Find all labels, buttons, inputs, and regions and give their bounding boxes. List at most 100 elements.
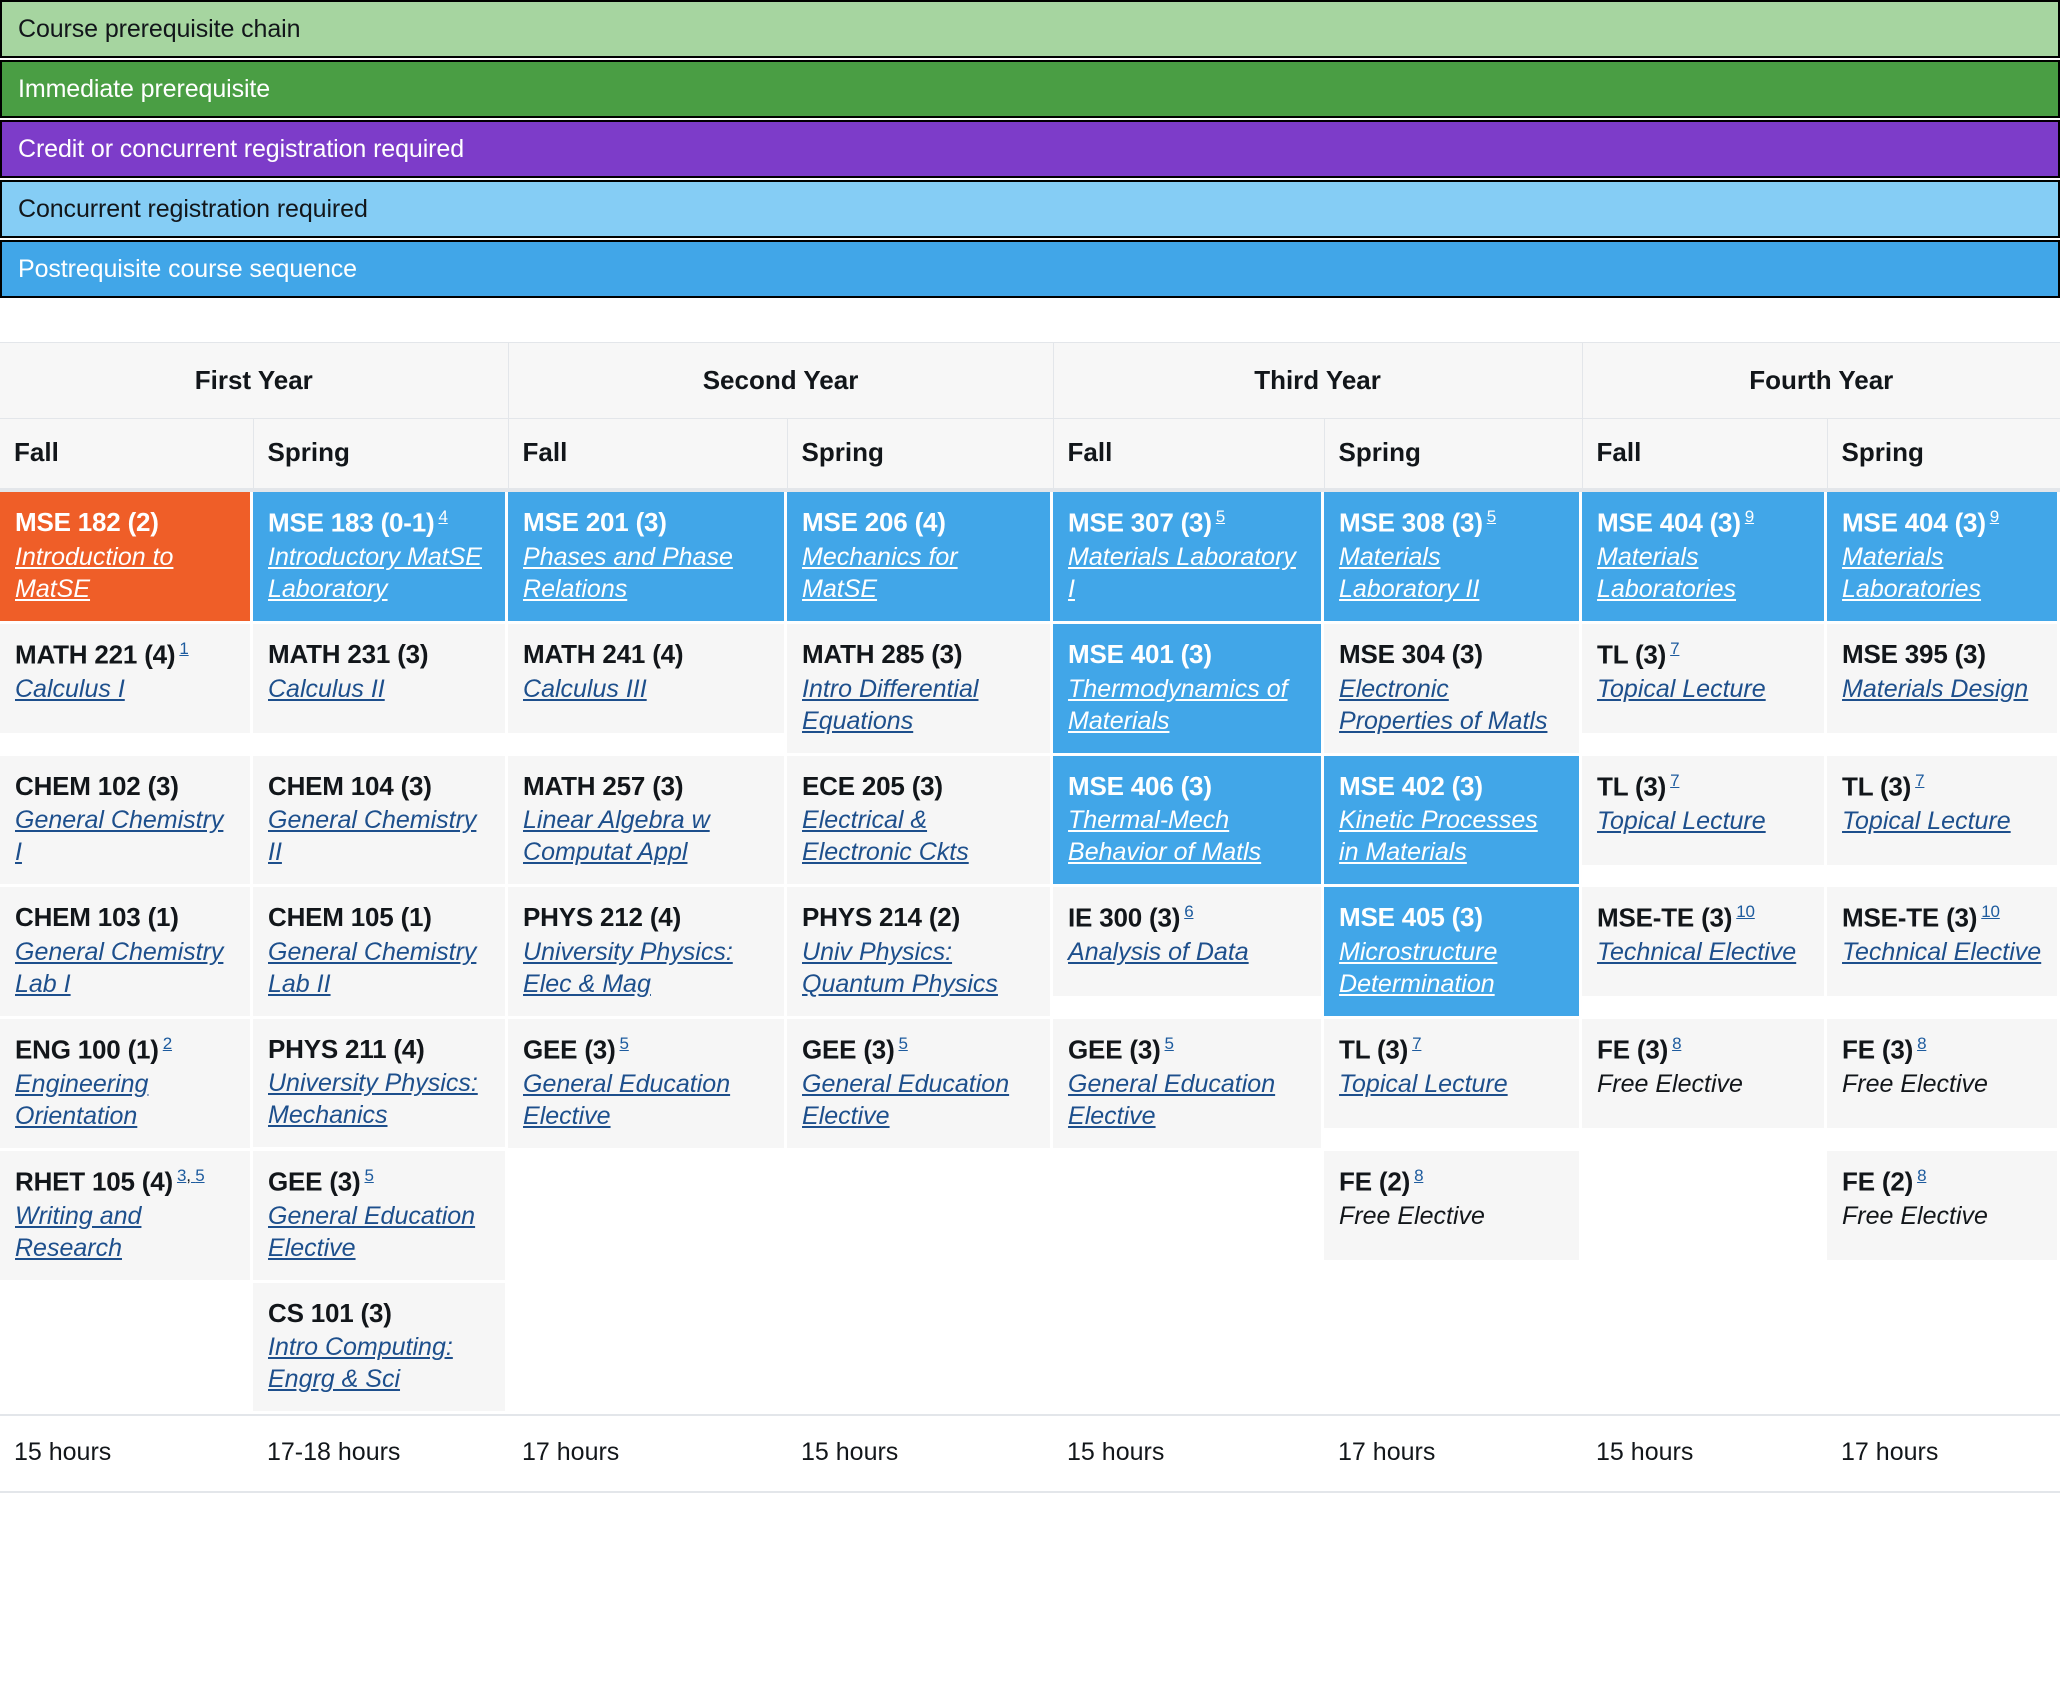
course-card[interactable]: MSE-TE (3) 10 Technical Elective [1827,887,2060,1000]
footnote-marker[interactable]: 10 [1736,902,1755,921]
footnote-marker[interactable]: 5 [620,1034,629,1053]
footnote-marker[interactable]: 3, 5 [177,1166,205,1185]
course-card[interactable]: MATH 231 (3) Calculus II [253,624,509,737]
course-title-link[interactable]: Topical Lecture [1842,805,2042,837]
course-card[interactable]: PHYS 214 (2) Univ Physics: Quantum Physic… [787,887,1054,1019]
footnote-marker[interactable]: 8 [1672,1034,1681,1053]
footnote-link[interactable]: 5 [1165,1034,1174,1053]
course-title-link[interactable]: Microstructure Determination [1339,936,1564,1000]
footnote-link[interactable]: 4 [438,507,447,526]
course-title-link[interactable]: Materials Laboratory II [1339,541,1564,605]
footnote-marker[interactable]: 7 [1670,639,1679,658]
course-card[interactable]: PHYS 211 (4) University Physics: Mechanic… [253,1018,509,1151]
course-card[interactable]: MSE 404 (3) 9 Materials Laboratories [1582,492,1828,625]
course-title-link[interactable]: Engineering Orientation [15,1068,235,1132]
course-card[interactable]: CHEM 104 (3) General Chemistry II [253,755,509,888]
footnote-link[interactable]: 7 [1670,771,1679,790]
course-title-link[interactable]: Univ Physics: Quantum Physics [802,936,1035,1000]
course-card[interactable]: TL (3) 7 Topical Lecture [1582,624,1828,737]
course-title-link[interactable]: Introduction to MatSE [15,541,235,605]
footnote-marker[interactable]: 5 [365,1166,374,1185]
course-card[interactable]: FE (3) 8 Free Elective [1827,1018,2060,1131]
footnote-link[interactable]: 8 [1672,1034,1681,1053]
course-title-link[interactable]: General Chemistry II [268,804,490,868]
footnote-link[interactable]: 5 [620,1034,629,1053]
course-card[interactable]: ENG 100 (1) 2 Engineering Orientation [0,1018,253,1151]
course-title-link[interactable]: Intro Differential Equations [802,673,1035,737]
footnote-marker[interactable]: 7 [1670,771,1679,790]
footnote-marker[interactable]: 5 [899,1034,908,1053]
course-title-link[interactable]: University Physics: Mechanics [268,1067,490,1131]
footnote-marker[interactable]: 6 [1184,902,1193,921]
footnote-link[interactable]: 6 [1184,902,1193,921]
footnote-link[interactable]: 9 [1745,507,1754,526]
footnote-link[interactable]: 7 [1412,1034,1421,1053]
course-title-link[interactable]: General Chemistry Lab I [15,936,235,1000]
course-card[interactable]: MSE 206 (4) Mechanics for MatSE [787,492,1054,624]
course-card[interactable]: RHET 105 (4) 3, 5 Writing and Research [0,1150,253,1283]
course-card[interactable]: MATH 257 (3) Linear Algebra w Computat Ap… [508,755,788,888]
course-card[interactable]: IE 300 (3) 6 Analysis of Data [1053,887,1325,1000]
course-card[interactable]: MSE 395 (3) Materials Design [1827,624,2060,737]
course-card[interactable]: MSE 307 (3) 5 Materials Laboratory I [1053,492,1325,625]
footnote-link[interactable]: 10 [1981,902,2000,921]
course-card[interactable]: FE (3) 8 Free Elective [1582,1018,1828,1131]
course-title-link[interactable]: General Chemistry Lab II [268,936,490,1000]
footnote-link[interactable]: 10 [1736,902,1755,921]
footnote-marker[interactable]: 1 [179,639,188,658]
course-card[interactable]: MSE 405 (3) Microstructure Determination [1324,887,1583,1019]
course-title-link[interactable]: Mechanics for MatSE [802,541,1035,605]
course-card[interactable]: MSE 183 (0-1) 4 Introductory MatSE Laborat… [253,492,509,625]
course-title-link[interactable]: Introductory MatSE Laboratory [268,541,490,605]
footnote-marker[interactable]: 8 [1414,1166,1423,1185]
course-title-link[interactable]: Phases and Phase Relations [523,541,769,605]
footnote-link[interactable]: 7 [1915,771,1924,790]
course-card[interactable]: FE (2) 8 Free Elective [1827,1150,2060,1263]
course-title-link[interactable]: University Physics: Elec & Mag [523,936,769,1000]
course-card[interactable]: FE (2) 8 Free Elective [1324,1150,1583,1263]
course-title-link[interactable]: Thermodynamics of Materials [1068,673,1306,737]
footnote-link[interactable]: 2 [163,1034,172,1053]
footnote-marker[interactable]: 8 [1917,1034,1926,1053]
footnote-marker[interactable]: 8 [1917,1166,1926,1185]
course-title-link[interactable]: General Chemistry I [15,804,235,868]
course-card[interactable]: TL (3) 7 Topical Lecture [1582,755,1828,868]
course-card[interactable]: MSE 182 (2) Introduction to MatSE [0,492,253,624]
course-title-link[interactable]: General Education Elective [802,1068,1035,1132]
footnote-link[interactable]: 5 [1216,507,1225,526]
course-title-link[interactable]: Kinetic Processes in Materials [1339,804,1564,868]
footnote-link[interactable]: 7 [1670,639,1679,658]
course-title-link[interactable]: Materials Laboratories [1597,541,1809,605]
course-card[interactable]: GEE (3) 5 General Education Elective [787,1018,1054,1151]
footnote-link[interactable]: 3 [177,1166,186,1185]
footnote-marker[interactable]: 7 [1412,1034,1421,1053]
footnote-link[interactable]: 5 [899,1034,908,1053]
course-title-link[interactable]: Calculus II [268,673,490,705]
course-title-link[interactable]: General Education Elective [1068,1068,1306,1132]
course-card[interactable]: MSE 402 (3) Kinetic Processes in Material… [1324,755,1583,888]
course-card[interactable]: CHEM 103 (1) General Chemistry Lab I [0,887,253,1019]
course-card[interactable]: GEE (3) 5 General Education Elective [508,1018,788,1151]
course-title-link[interactable]: Topical Lecture [1597,805,1809,837]
footnote-link[interactable]: 8 [1917,1034,1926,1053]
course-title-link[interactable]: Writing and Research [15,1200,235,1264]
course-title-link[interactable]: Intro Computing: Engrg & Sci [268,1331,490,1395]
course-title-link[interactable]: Topical Lecture [1597,673,1809,705]
course-title-link[interactable]: Materials Design [1842,673,2042,705]
footnote-marker[interactable]: 5 [1165,1034,1174,1053]
course-title-link[interactable]: Calculus I [15,673,235,705]
footnote-marker[interactable]: 5 [1487,507,1496,526]
footnote-link[interactable]: 5 [195,1166,204,1185]
course-card[interactable]: CHEM 105 (1) General Chemistry Lab II [253,887,509,1019]
footnote-marker[interactable]: 5 [1216,507,1225,526]
course-title-link[interactable]: Materials Laboratory I [1068,541,1306,605]
course-card[interactable]: MSE 406 (3) Thermal-Mech Behavior of Matl… [1053,755,1325,888]
course-title-link[interactable]: Topical Lecture [1339,1068,1564,1100]
course-card[interactable]: TL (3) 7 Topical Lecture [1827,755,2060,868]
course-title-link[interactable]: Technical Elective [1597,936,1809,968]
footnote-link[interactable]: 8 [1414,1166,1423,1185]
footnote-marker[interactable]: 2 [163,1034,172,1053]
course-title-link[interactable]: General Education Elective [268,1200,490,1264]
footnote-marker[interactable]: 4 [438,507,447,526]
footnote-marker[interactable]: 7 [1915,771,1924,790]
